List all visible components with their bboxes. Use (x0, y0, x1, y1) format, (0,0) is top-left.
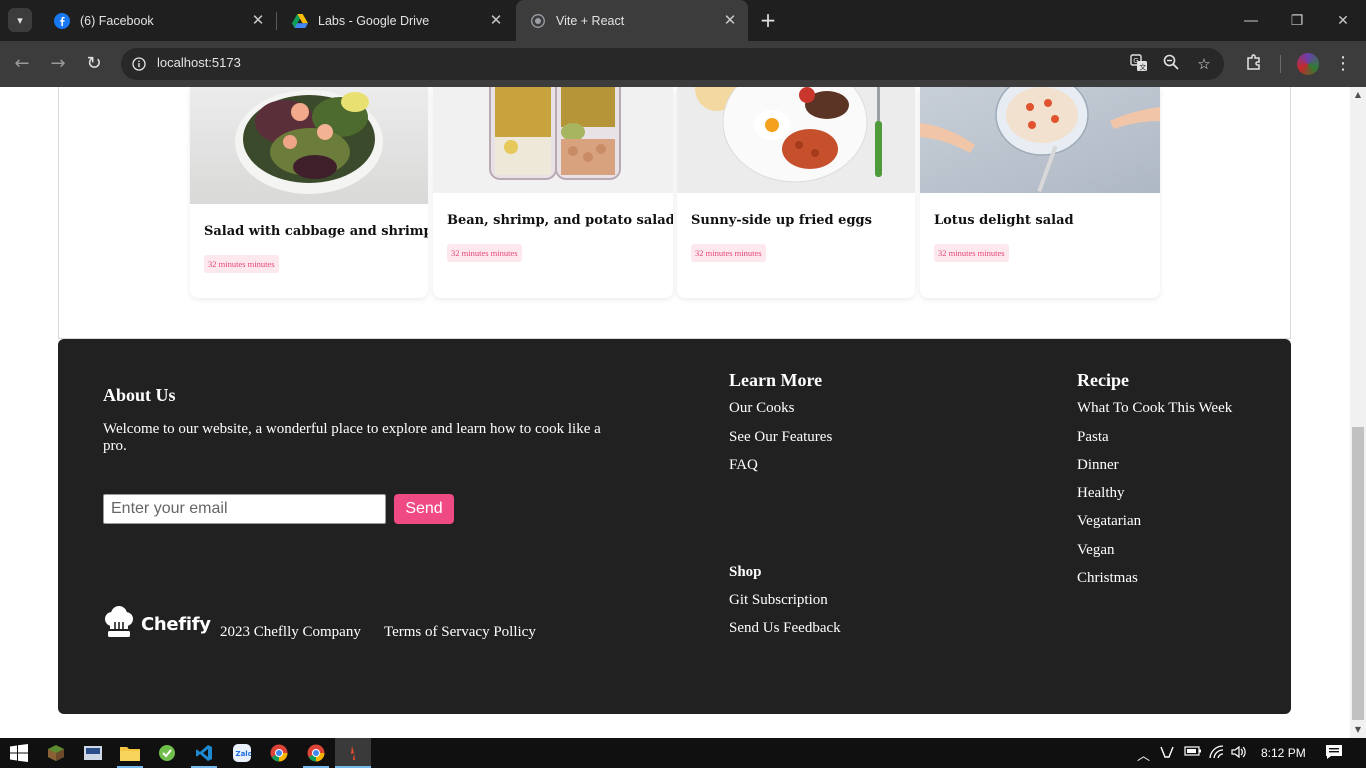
recipe-card[interactable]: Lotus delight salad 32 minutes minutes (920, 87, 1160, 298)
postman-icon[interactable] (342, 742, 364, 764)
devc-icon[interactable] (82, 742, 104, 764)
profile-avatar[interactable] (1297, 53, 1319, 75)
about-us-heading: About Us (103, 385, 176, 405)
notification-center-icon[interactable] (1325, 744, 1343, 764)
checklist-app-icon[interactable] (156, 742, 178, 764)
file-explorer-icon[interactable] (119, 742, 141, 764)
facebook-icon (54, 12, 70, 29)
address-bar[interactable]: localhost:5173 G文 ☆ (121, 48, 1224, 80)
logo-text: Chefify (141, 614, 211, 635)
battery-icon[interactable] (1184, 745, 1202, 761)
recipe-image (190, 87, 428, 204)
globe-icon (530, 13, 546, 29)
site-footer: About Us Welcome to our website, a wonde… (58, 339, 1291, 714)
footer-link-features[interactable]: See Our Features (729, 429, 832, 446)
scroll-up-arrow-icon[interactable]: ▲ (1350, 87, 1366, 103)
tab-vite-react[interactable]: Vite + React ✕ (516, 0, 748, 41)
chrome-icon[interactable] (268, 742, 290, 764)
vpn-tray-icon[interactable] (1160, 745, 1174, 763)
show-hidden-icons-icon[interactable]: ︿ (1137, 745, 1150, 764)
footer-link-pasta[interactable]: Pasta (1077, 429, 1109, 446)
close-window-icon[interactable]: ✕ (1320, 0, 1366, 41)
page-viewport: Salad with cabbage and shrimp 32 minutes… (0, 87, 1350, 738)
svg-text:Zalo: Zalo (236, 750, 252, 758)
translate-icon[interactable]: G文 (1129, 54, 1149, 74)
bookmark-star-icon[interactable]: ☆ (1194, 54, 1214, 74)
minimize-icon[interactable]: ― (1228, 0, 1274, 41)
recipe-title: Lotus delight salad (934, 213, 1074, 228)
recipe-card[interactable]: Sunny-side up fried eggs 32 minutes minu… (677, 87, 915, 298)
about-us-text: Welcome to our website, a wonderful plac… (103, 421, 601, 454)
shop-heading: Shop (729, 564, 762, 580)
url-text: localhost:5173 (157, 55, 241, 70)
footer-link-subscription[interactable]: Git Subscription (729, 592, 828, 609)
windows-start-icon[interactable] (8, 742, 30, 764)
learn-more-heading: Learn More (729, 370, 823, 390)
recipe-title: Sunny-side up fried eggs (691, 213, 872, 228)
footer-link-vegetarian[interactable]: Vegatarian (1077, 513, 1141, 530)
forward-icon[interactable]: → (46, 52, 70, 76)
recipe-image (920, 87, 1160, 193)
tab-google-drive[interactable]: Labs - Google Drive ✕ (278, 0, 514, 41)
chrome-profile-icon[interactable] (305, 742, 327, 764)
minecraft-icon[interactable] (45, 742, 67, 764)
footer-link-healthy[interactable]: Healthy (1077, 485, 1124, 502)
footer-link-dinner[interactable]: Dinner (1077, 457, 1119, 474)
extensions-icon[interactable] (1243, 53, 1265, 75)
google-drive-icon (292, 13, 308, 29)
close-tab-icon[interactable]: ✕ (250, 13, 266, 29)
cook-time-badge: 32 minutes minutes (691, 244, 766, 262)
send-button[interactable]: Send (394, 494, 454, 524)
footer-link-faq[interactable]: FAQ (729, 457, 758, 474)
browser-toolbar: ← → ↻ localhost:5173 G文 ☆ ⋮ (0, 41, 1366, 87)
browser-tab-bar: ▾ (6) Facebook ✕ Labs - Google Drive ✕ V… (0, 0, 1366, 41)
taskbar-clock[interactable]: 8:12 PM (1261, 746, 1306, 760)
recipe-card[interactable]: Bean, shrimp, and potato salad 32 minute… (433, 87, 673, 298)
footer-link-christmas[interactable]: Christmas (1077, 570, 1138, 587)
recipe-card[interactable]: Salad with cabbage and shrimp 32 minutes… (190, 87, 428, 298)
toolbar-divider (1280, 55, 1281, 73)
reload-icon[interactable]: ↻ (82, 52, 106, 76)
tab-title: (6) Facebook (80, 13, 154, 28)
recipe-image (433, 87, 673, 193)
page-scrollbar[interactable]: ▲ ▼ (1350, 87, 1366, 738)
close-tab-icon[interactable]: ✕ (722, 13, 738, 29)
vscode-icon[interactable] (193, 742, 215, 764)
back-icon[interactable]: ← (10, 52, 34, 76)
footer-link-vegan[interactable]: Vegan (1077, 542, 1115, 559)
windows-taskbar: Zalo ︿ 8:12 PM (0, 738, 1366, 768)
recipe-title: Bean, shrimp, and potato salad (447, 213, 673, 228)
tab-search-button[interactable]: ▾ (8, 8, 32, 32)
scrollbar-thumb[interactable] (1352, 427, 1364, 720)
tab-facebook[interactable]: (6) Facebook ✕ (40, 0, 276, 41)
recipe-heading: Recipe (1077, 370, 1129, 390)
zalo-icon[interactable]: Zalo (231, 742, 253, 764)
footer-link-feedback[interactable]: Send Us Feedback (729, 620, 841, 637)
footer-link-what-to-cook[interactable]: What To Cook This Week (1077, 400, 1232, 417)
site-info-icon[interactable] (129, 54, 149, 74)
cook-time-badge: 32 minutes minutes (204, 255, 279, 273)
tab-title: Labs - Google Drive (318, 13, 430, 28)
restore-icon[interactable]: ❐ (1274, 0, 1320, 41)
terms-link[interactable]: Terms of Servacy Pollicy (384, 624, 536, 641)
tab-divider (276, 12, 277, 30)
footer-link-our-cooks[interactable]: Our Cooks (729, 400, 794, 417)
tab-title: Vite + React (556, 13, 625, 28)
svg-text:文: 文 (1139, 62, 1146, 71)
scroll-down-arrow-icon[interactable]: ▼ (1350, 722, 1366, 738)
email-input[interactable] (103, 494, 386, 524)
chef-hat-icon (103, 606, 135, 643)
recipe-image (677, 87, 915, 193)
volume-icon[interactable] (1231, 745, 1247, 763)
recipe-title: Salad with cabbage and shrimp (204, 224, 428, 239)
zoom-icon[interactable] (1161, 54, 1181, 74)
new-tab-icon[interactable]: + (758, 10, 778, 30)
cook-time-badge: 32 minutes minutes (934, 244, 1009, 262)
cook-time-badge: 32 minutes minutes (447, 244, 522, 262)
menu-kebab-icon[interactable]: ⋮ (1332, 53, 1354, 75)
copyright-text: 2023 Cheflly Company (220, 624, 361, 640)
close-tab-icon[interactable]: ✕ (488, 13, 504, 29)
wifi-icon[interactable] (1209, 745, 1225, 763)
chefify-logo[interactable]: Chefify (103, 606, 211, 643)
